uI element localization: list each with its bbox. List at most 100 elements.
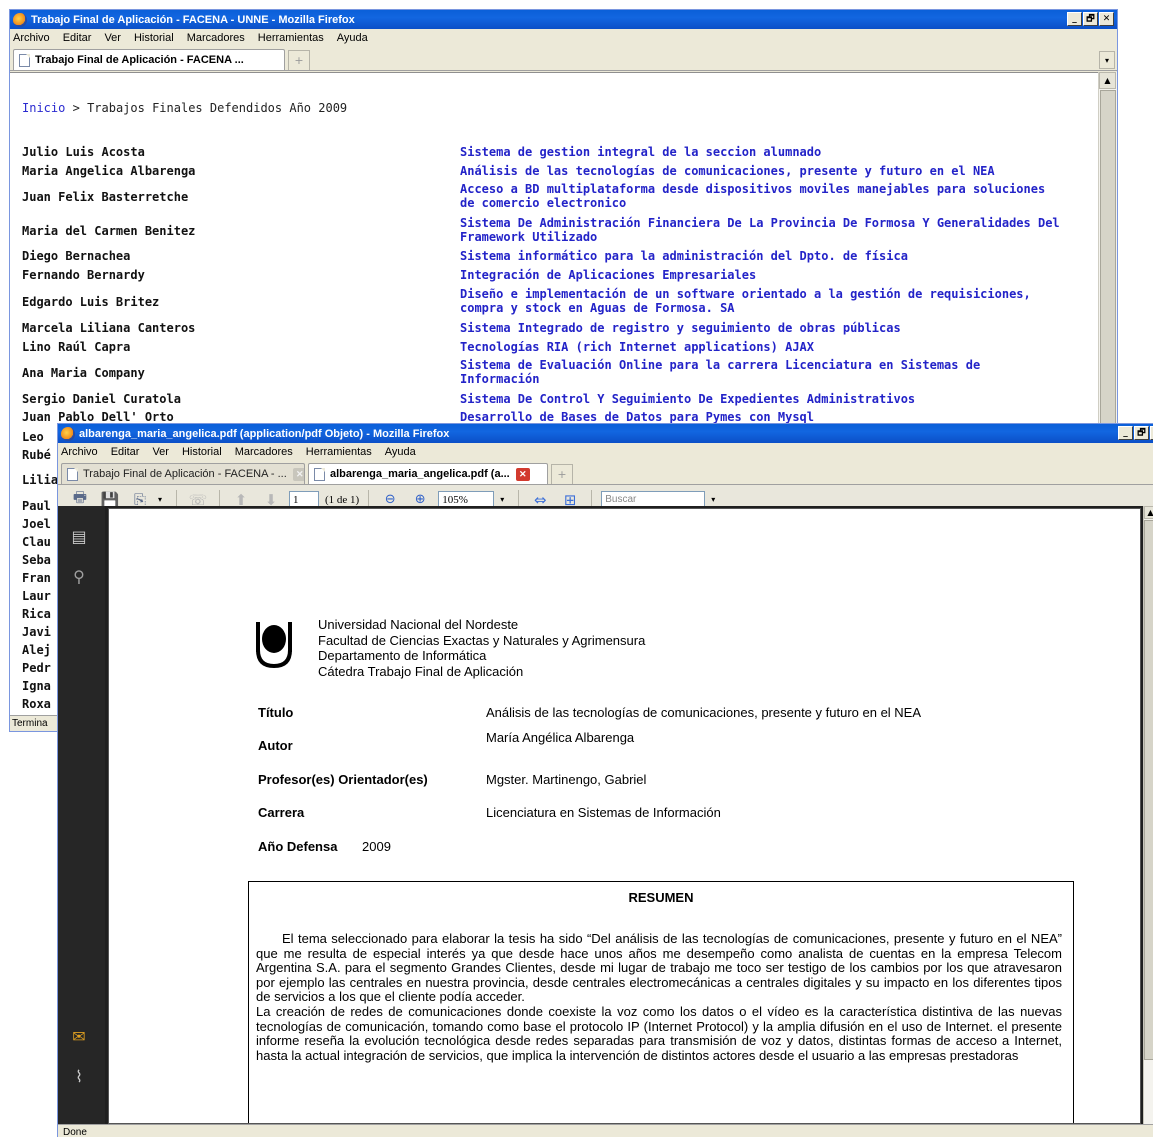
- menu-ver[interactable]: Ver: [152, 446, 169, 458]
- author-name: Ana Maria Company: [22, 366, 145, 380]
- resumen-text: El tema seleccionado para elaborar la te…: [256, 931, 1062, 1063]
- restore-button[interactable]: 🗗: [1134, 426, 1149, 440]
- scroll-up-arrow-icon[interactable]: ▲: [1144, 506, 1153, 519]
- page-icon: [67, 467, 78, 481]
- menu-archivo[interactable]: Archivo: [61, 446, 98, 458]
- thesis-link[interactable]: Sistema Integrado de registro y seguimie…: [460, 321, 1060, 335]
- author-name: Fernando Bernardy: [22, 268, 145, 282]
- chevron-down-icon[interactable]: ▾: [158, 495, 167, 504]
- thesis-link[interactable]: Sistema de Evaluación Online para la car…: [460, 358, 1060, 386]
- minimize-button[interactable]: _: [1067, 12, 1082, 26]
- author-name: Marcela Liliana Canteros: [22, 321, 196, 335]
- breadcrumb-home-link[interactable]: Inicio: [22, 101, 65, 115]
- close-button[interactable]: ✕: [1099, 12, 1114, 26]
- author-name: Maria Angelica Albarenga: [22, 164, 196, 178]
- restore-button[interactable]: 🗗: [1083, 12, 1098, 26]
- author-name: Diego Bernachea: [22, 249, 131, 263]
- page-icon: [314, 467, 325, 481]
- author-name: Sergio Daniel Curatola: [22, 392, 181, 406]
- menu-herramientas[interactable]: Herramientas: [306, 446, 372, 458]
- scroll-up-arrow-icon[interactable]: ▲: [1099, 72, 1116, 89]
- department-name: Departamento de Informática: [318, 648, 487, 663]
- tab-trabajo-final[interactable]: Trabajo Final de Aplicación - FACENA ...: [13, 49, 285, 70]
- author-name: Lino Raúl Capra: [22, 340, 131, 354]
- author-name: Juan Felix Basterretche: [22, 190, 189, 204]
- close-tab-icon[interactable]: ✕: [515, 467, 530, 481]
- menu-marcadores[interactable]: Marcadores: [187, 32, 245, 44]
- menu-editar[interactable]: Editar: [63, 32, 92, 44]
- window-title: albarenga_maria_angelica.pdf (applicatio…: [79, 427, 450, 440]
- menu-ayuda[interactable]: Ayuda: [385, 446, 416, 458]
- university-name: Universidad Nacional del Nordeste: [318, 617, 519, 632]
- author-name: Maria del Carmen Benitez: [22, 224, 196, 238]
- zoom-value: 105%: [442, 493, 468, 506]
- firefox-icon: [61, 426, 75, 441]
- chevron-down-icon[interactable]: ▾: [711, 495, 720, 504]
- chevron-down-icon[interactable]: ▾: [500, 495, 509, 504]
- tab-label: albarenga_maria_angelica.pdf (a...: [330, 468, 510, 480]
- carrera-label: Carrera: [258, 805, 305, 820]
- menu-ayuda[interactable]: Ayuda: [337, 32, 368, 44]
- new-tab-button[interactable]: +: [551, 464, 573, 484]
- tab-label: Trabajo Final de Aplicación - FACENA - .…: [83, 468, 287, 480]
- firefox-icon: [13, 12, 27, 27]
- attachments-binoculars-icon[interactable]: ⚲: [68, 566, 90, 586]
- new-tab-button[interactable]: +: [288, 50, 310, 70]
- thesis-link[interactable]: Sistema De Administración Financiera De …: [460, 216, 1060, 244]
- tab-bar: Trabajo Final de Aplicación - FACENA - .…: [58, 461, 1153, 485]
- menu-bar: Archivo Editar Ver Historial Marcadores …: [10, 29, 1117, 47]
- menu-historial[interactable]: Historial: [182, 446, 222, 458]
- menu-archivo[interactable]: Archivo: [13, 32, 50, 44]
- tab-list-chevron-icon[interactable]: ▾: [1099, 51, 1115, 69]
- thesis-link[interactable]: Sistema informático para la administraci…: [460, 249, 1060, 263]
- navigation-rail: ▤ ⚲ ✉ ⌇: [58, 506, 105, 1124]
- thesis-link[interactable]: Desarrollo de Bases de Datos para Pymes …: [460, 410, 1060, 424]
- menu-historial[interactable]: Historial: [134, 32, 174, 44]
- breadcrumb: Inicio > Trabajos Finales Defendidos Año…: [22, 101, 347, 115]
- author-name: Juan Pablo Dell' Orto: [22, 410, 174, 424]
- title-bar[interactable]: albarenga_maria_angelica.pdf (applicatio…: [58, 424, 1153, 443]
- thesis-link[interactable]: Acceso a BD multiplataforma desde dispos…: [460, 182, 1060, 210]
- titulo-label: Título: [258, 705, 294, 720]
- paperclip-icon[interactable]: ⌇: [68, 1066, 90, 1086]
- pdf-viewer: ▤ ⚲ ✉ ⌇ Universidad Nacional del Nordest…: [58, 506, 1153, 1124]
- page-icon: [19, 53, 30, 67]
- profesor-value: Mgster. Martinengo, Gabriel: [486, 772, 647, 787]
- scrollbar-thumb[interactable]: [1100, 90, 1116, 430]
- menu-ver[interactable]: Ver: [104, 32, 121, 44]
- title-bar[interactable]: Trabajo Final de Aplicación - FACENA - U…: [10, 10, 1117, 29]
- menu-editar[interactable]: Editar: [111, 446, 140, 458]
- resumen-title: RESUMEN: [628, 890, 694, 905]
- tab-pdf[interactable]: albarenga_maria_angelica.pdf (a... ✕: [308, 463, 548, 484]
- menu-marcadores[interactable]: Marcadores: [235, 446, 293, 458]
- resumen-paragraph: El tema seleccionado para elaborar la te…: [256, 931, 1062, 1005]
- anio-defensa-value: 2009: [362, 839, 391, 854]
- autor-value: María Angélica Albarenga: [486, 730, 635, 745]
- close-tab-icon[interactable]: ✕: [292, 467, 304, 481]
- thesis-link[interactable]: Integración de Aplicaciones Empresariale…: [460, 268, 1060, 282]
- anio-defensa-label: Año Defensa: [258, 839, 338, 854]
- minimize-button[interactable]: _: [1118, 426, 1133, 440]
- autor-label: Autor: [258, 738, 293, 753]
- thesis-link[interactable]: Tecnologías RIA (rich Internet applicati…: [460, 340, 1060, 354]
- scrollbar-thumb[interactable]: [1144, 520, 1153, 1060]
- author-name: Julio Luis Acosta: [22, 145, 145, 159]
- faculty-name: Facultad de Ciencias Exactas y Naturales…: [318, 632, 646, 648]
- browser-window-pdf: albarenga_maria_angelica.pdf (applicatio…: [57, 423, 1153, 1137]
- vertical-scrollbar[interactable]: ▲: [1143, 506, 1153, 1124]
- tab-trabajo-final[interactable]: Trabajo Final de Aplicación - FACENA - .…: [61, 463, 305, 484]
- tab-bar: Trabajo Final de Aplicación - FACENA ...…: [10, 47, 1117, 71]
- titulo-value: Análisis de las tecnologías de comunicac…: [486, 705, 922, 720]
- pages-icon[interactable]: ▤: [68, 526, 90, 546]
- thesis-link[interactable]: Sistema de gestion integral de la seccio…: [460, 145, 1060, 159]
- thesis-link[interactable]: Análisis de las tecnologías de comunicac…: [460, 164, 1060, 178]
- thesis-link[interactable]: Diseño e implementación de un software o…: [460, 287, 1060, 315]
- carrera-value: Licenciatura en Sistemas de Información: [486, 805, 721, 820]
- author-name: Edgardo Luis Britez: [22, 295, 160, 309]
- menu-bar: Archivo Editar Ver Historial Marcadores …: [58, 443, 1153, 461]
- resumen-paragraph: La creación de redes de comunicaciones d…: [256, 1003, 1062, 1063]
- thesis-link[interactable]: Sistema De Control Y Seguimiento De Expe…: [460, 392, 1060, 406]
- resumen-box: RESUMEN El tema seleccionado para elabor…: [248, 881, 1074, 1123]
- menu-herramientas[interactable]: Herramientas: [258, 32, 324, 44]
- comments-icon[interactable]: ✉: [68, 1026, 90, 1046]
